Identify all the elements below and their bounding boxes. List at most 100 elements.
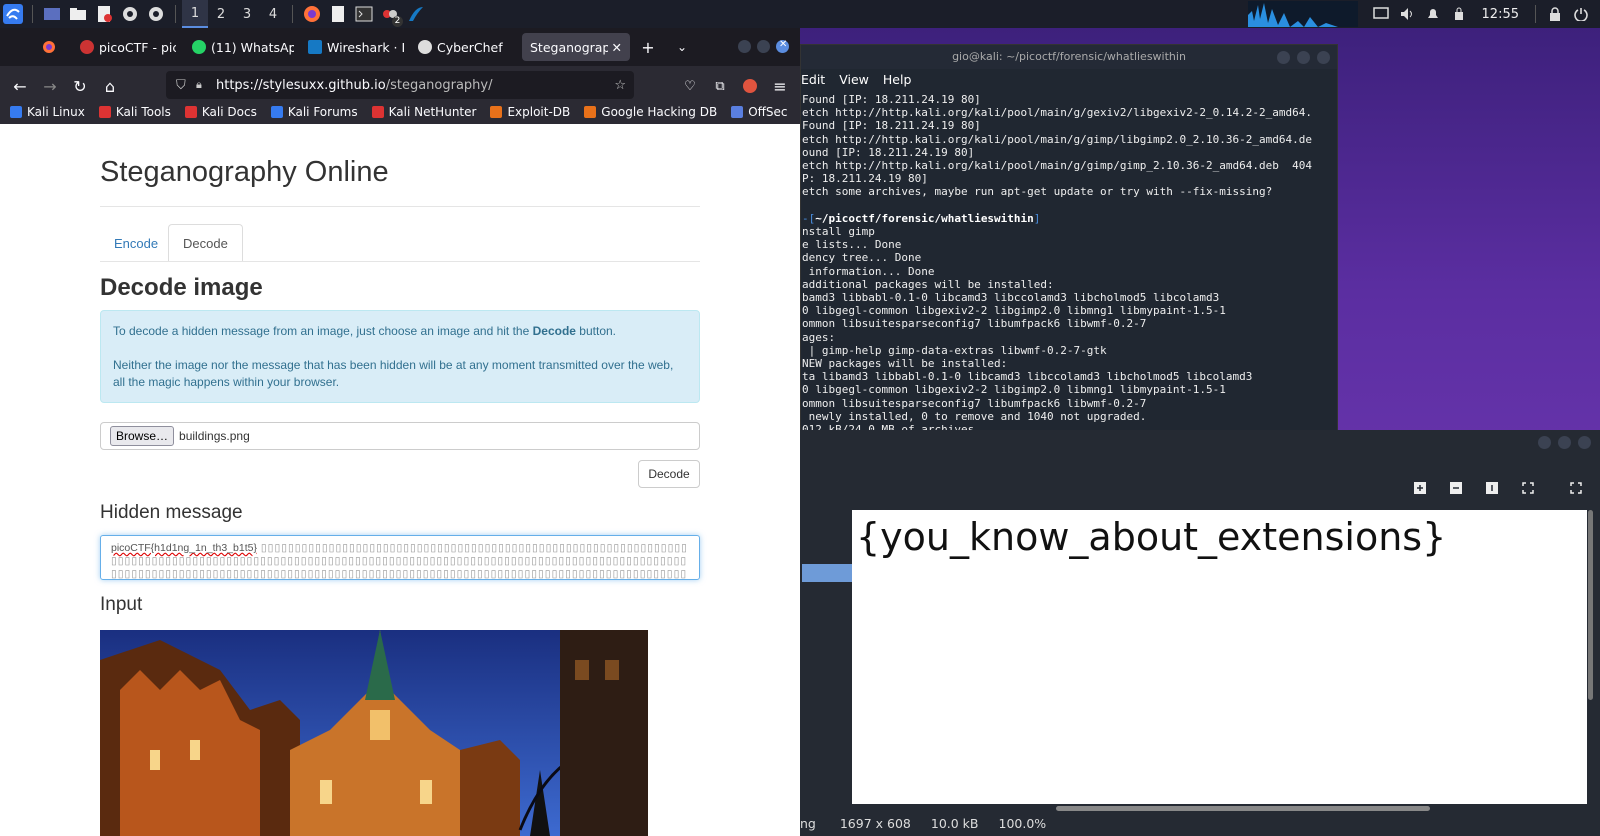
- workspace-2[interactable]: 2: [208, 0, 234, 28]
- minimize-button[interactable]: [1538, 436, 1551, 449]
- tab-whatsapp[interactable]: (11) WhatsApp: [184, 33, 294, 61]
- volume-icon[interactable]: [1396, 3, 1418, 25]
- terminal-line: newly installed, 0 to remove and 1040 no…: [802, 409, 1147, 423]
- back-icon[interactable]: ←: [8, 74, 32, 98]
- workspace-1[interactable]: 1: [182, 0, 208, 28]
- web-page: Steganography Online Encode Decode Decod…: [0, 124, 800, 836]
- extensions-icon[interactable]: ⧉: [708, 74, 732, 98]
- pocket-icon[interactable]: ♡: [678, 74, 702, 98]
- viewer-vscrollbar[interactable]: [1588, 510, 1593, 700]
- tab-picoctf[interactable]: picoCTF - pico: [72, 33, 176, 61]
- close-button[interactable]: [1578, 436, 1591, 449]
- decode-button[interactable]: Decode: [638, 460, 700, 488]
- maximize-button[interactable]: [1297, 51, 1310, 64]
- status-filesize: 10.0 kB: [930, 815, 979, 831]
- home-icon[interactable]: ⌂: [98, 74, 122, 98]
- zoom-in-icon[interactable]: [1414, 482, 1426, 494]
- notification-bell-icon[interactable]: [1422, 3, 1444, 25]
- document-icon[interactable]: [93, 3, 115, 25]
- page-title: Steganography Online: [100, 156, 389, 188]
- firefox-window[interactable]: picoCTF - pico (11) WhatsApp Wireshark ·…: [0, 28, 800, 836]
- firefox-view-icon[interactable]: [42, 40, 56, 54]
- browse-button[interactable]: Browse…: [110, 426, 175, 446]
- info-line-1: To decode a hidden message from an image…: [113, 323, 687, 340]
- settings-icon[interactable]: [119, 3, 141, 25]
- bookmark-kali-docs[interactable]: Kali Docs: [184, 105, 257, 119]
- bookmark-kali-forums[interactable]: Kali Forums: [270, 105, 358, 119]
- terminal-line: ta libamd3 libbabl-0.1-0 libcamd3 libcco…: [802, 370, 1253, 384]
- close-button[interactable]: ✕: [776, 39, 789, 53]
- firefox-icon[interactable]: [301, 3, 323, 25]
- battery-lock-icon[interactable]: [1448, 3, 1470, 25]
- bookmark-exploit-db[interactable]: Exploit-DB: [490, 105, 570, 119]
- tab-label: Steganography: [530, 39, 608, 55]
- tab-steganography[interactable]: Steganography ✕: [522, 33, 630, 61]
- clock[interactable]: 12:55: [1482, 7, 1519, 22]
- reload-icon[interactable]: ↻: [68, 74, 92, 98]
- list-tabs-icon[interactable]: ⌄: [670, 35, 694, 59]
- hidden-message-textarea[interactable]: picoCTF{h1d1ng_1n_th3_b1t5} ▯▯▯▯▯▯▯▯▯▯▯▯…: [100, 535, 700, 580]
- image-text: {you_know_about_extensions}: [856, 515, 1447, 559]
- bookmark-kali-linux[interactable]: Kali Linux: [10, 105, 85, 119]
- viewer-image[interactable]: {you_know_about_extensions}: [852, 510, 1587, 804]
- url-domain: https://stylesuxx.github.io: [216, 77, 386, 93]
- profile-icon[interactable]: [738, 74, 762, 98]
- status-filename: ng: [800, 815, 816, 831]
- editor-icon[interactable]: [327, 3, 349, 25]
- zoom-out-icon[interactable]: [1450, 482, 1462, 494]
- minimize-button[interactable]: [738, 40, 751, 53]
- fullscreen-icon[interactable]: [1570, 482, 1582, 494]
- image-viewer-window[interactable]: {you_know_about_extensions} ng 1697 x 60…: [800, 430, 1600, 836]
- tab-cyberchef[interactable]: CyberChef: [410, 33, 510, 61]
- zoom-100-icon[interactable]: [1486, 482, 1498, 494]
- maximize-button[interactable]: [757, 40, 770, 53]
- menu-edit[interactable]: Edit: [801, 69, 825, 91]
- network-graph: [1247, 1, 1358, 27]
- gear-icon[interactable]: [145, 3, 167, 25]
- bookmark-offsec[interactable]: OffSec: [731, 105, 788, 119]
- tab-encode[interactable]: Encode: [100, 224, 172, 262]
- divider: [1535, 5, 1536, 23]
- file-input[interactable]: Browse… buildings.png: [100, 422, 700, 450]
- bookmark-kali-tools[interactable]: Kali Tools: [98, 105, 171, 119]
- workspace-3[interactable]: 3: [234, 0, 260, 28]
- bookmark-label: Exploit-DB: [507, 105, 571, 119]
- tab-wireshark[interactable]: Wireshark · Do: [300, 33, 404, 61]
- minimize-button[interactable]: [1277, 51, 1290, 64]
- desktop-icon[interactable]: [41, 3, 63, 25]
- workspace-4[interactable]: 4: [260, 0, 286, 28]
- wireshark-icon[interactable]: [405, 3, 427, 25]
- input-heading: Input: [100, 594, 143, 615]
- bookmark-google-hacking-db[interactable]: Google Hacking DB: [584, 105, 717, 119]
- lock-icon[interactable]: 🔒︎: [196, 78, 202, 92]
- divider: [32, 5, 33, 23]
- close-tab-icon[interactable]: ✕: [612, 40, 622, 55]
- menu-help[interactable]: Help: [883, 69, 912, 91]
- tab-decode[interactable]: Decode: [168, 224, 243, 262]
- menu-icon[interactable]: ≡: [768, 74, 792, 98]
- bookmark-kali-nethunter[interactable]: Kali NetHunter: [371, 105, 476, 119]
- bookmark-label: Kali Docs: [201, 105, 257, 119]
- bookmark-star-icon[interactable]: ☆: [614, 78, 626, 93]
- kali-menu-icon[interactable]: [2, 3, 24, 25]
- terminal-line: etch http://http.kali.org/kali/pool/main…: [802, 159, 1312, 173]
- window-count-badge: 2: [392, 16, 403, 27]
- new-tab-button[interactable]: +: [636, 35, 660, 59]
- close-button[interactable]: [1317, 51, 1330, 64]
- forward-icon[interactable]: →: [38, 74, 62, 98]
- image-viewer-icon[interactable]: 2: [379, 3, 403, 27]
- maximize-button[interactable]: [1558, 436, 1571, 449]
- url-bar[interactable]: ⛉ 🔒︎ https://stylesuxx.github.io/stegano…: [166, 71, 634, 99]
- screen-icon[interactable]: [1370, 3, 1392, 25]
- info-line-2: Neither the image nor the message that h…: [113, 358, 674, 389]
- folder-icon[interactable]: [67, 3, 89, 25]
- shield-icon[interactable]: ⛉: [176, 78, 186, 93]
- fit-icon[interactable]: [1522, 482, 1534, 494]
- kali-docs-icon: [184, 106, 197, 118]
- lock-icon[interactable]: [1544, 3, 1566, 25]
- bookmark-label: OffSec: [748, 105, 788, 119]
- terminal-icon[interactable]: [353, 3, 375, 25]
- power-icon[interactable]: [1570, 3, 1592, 25]
- menu-view[interactable]: View: [839, 69, 869, 91]
